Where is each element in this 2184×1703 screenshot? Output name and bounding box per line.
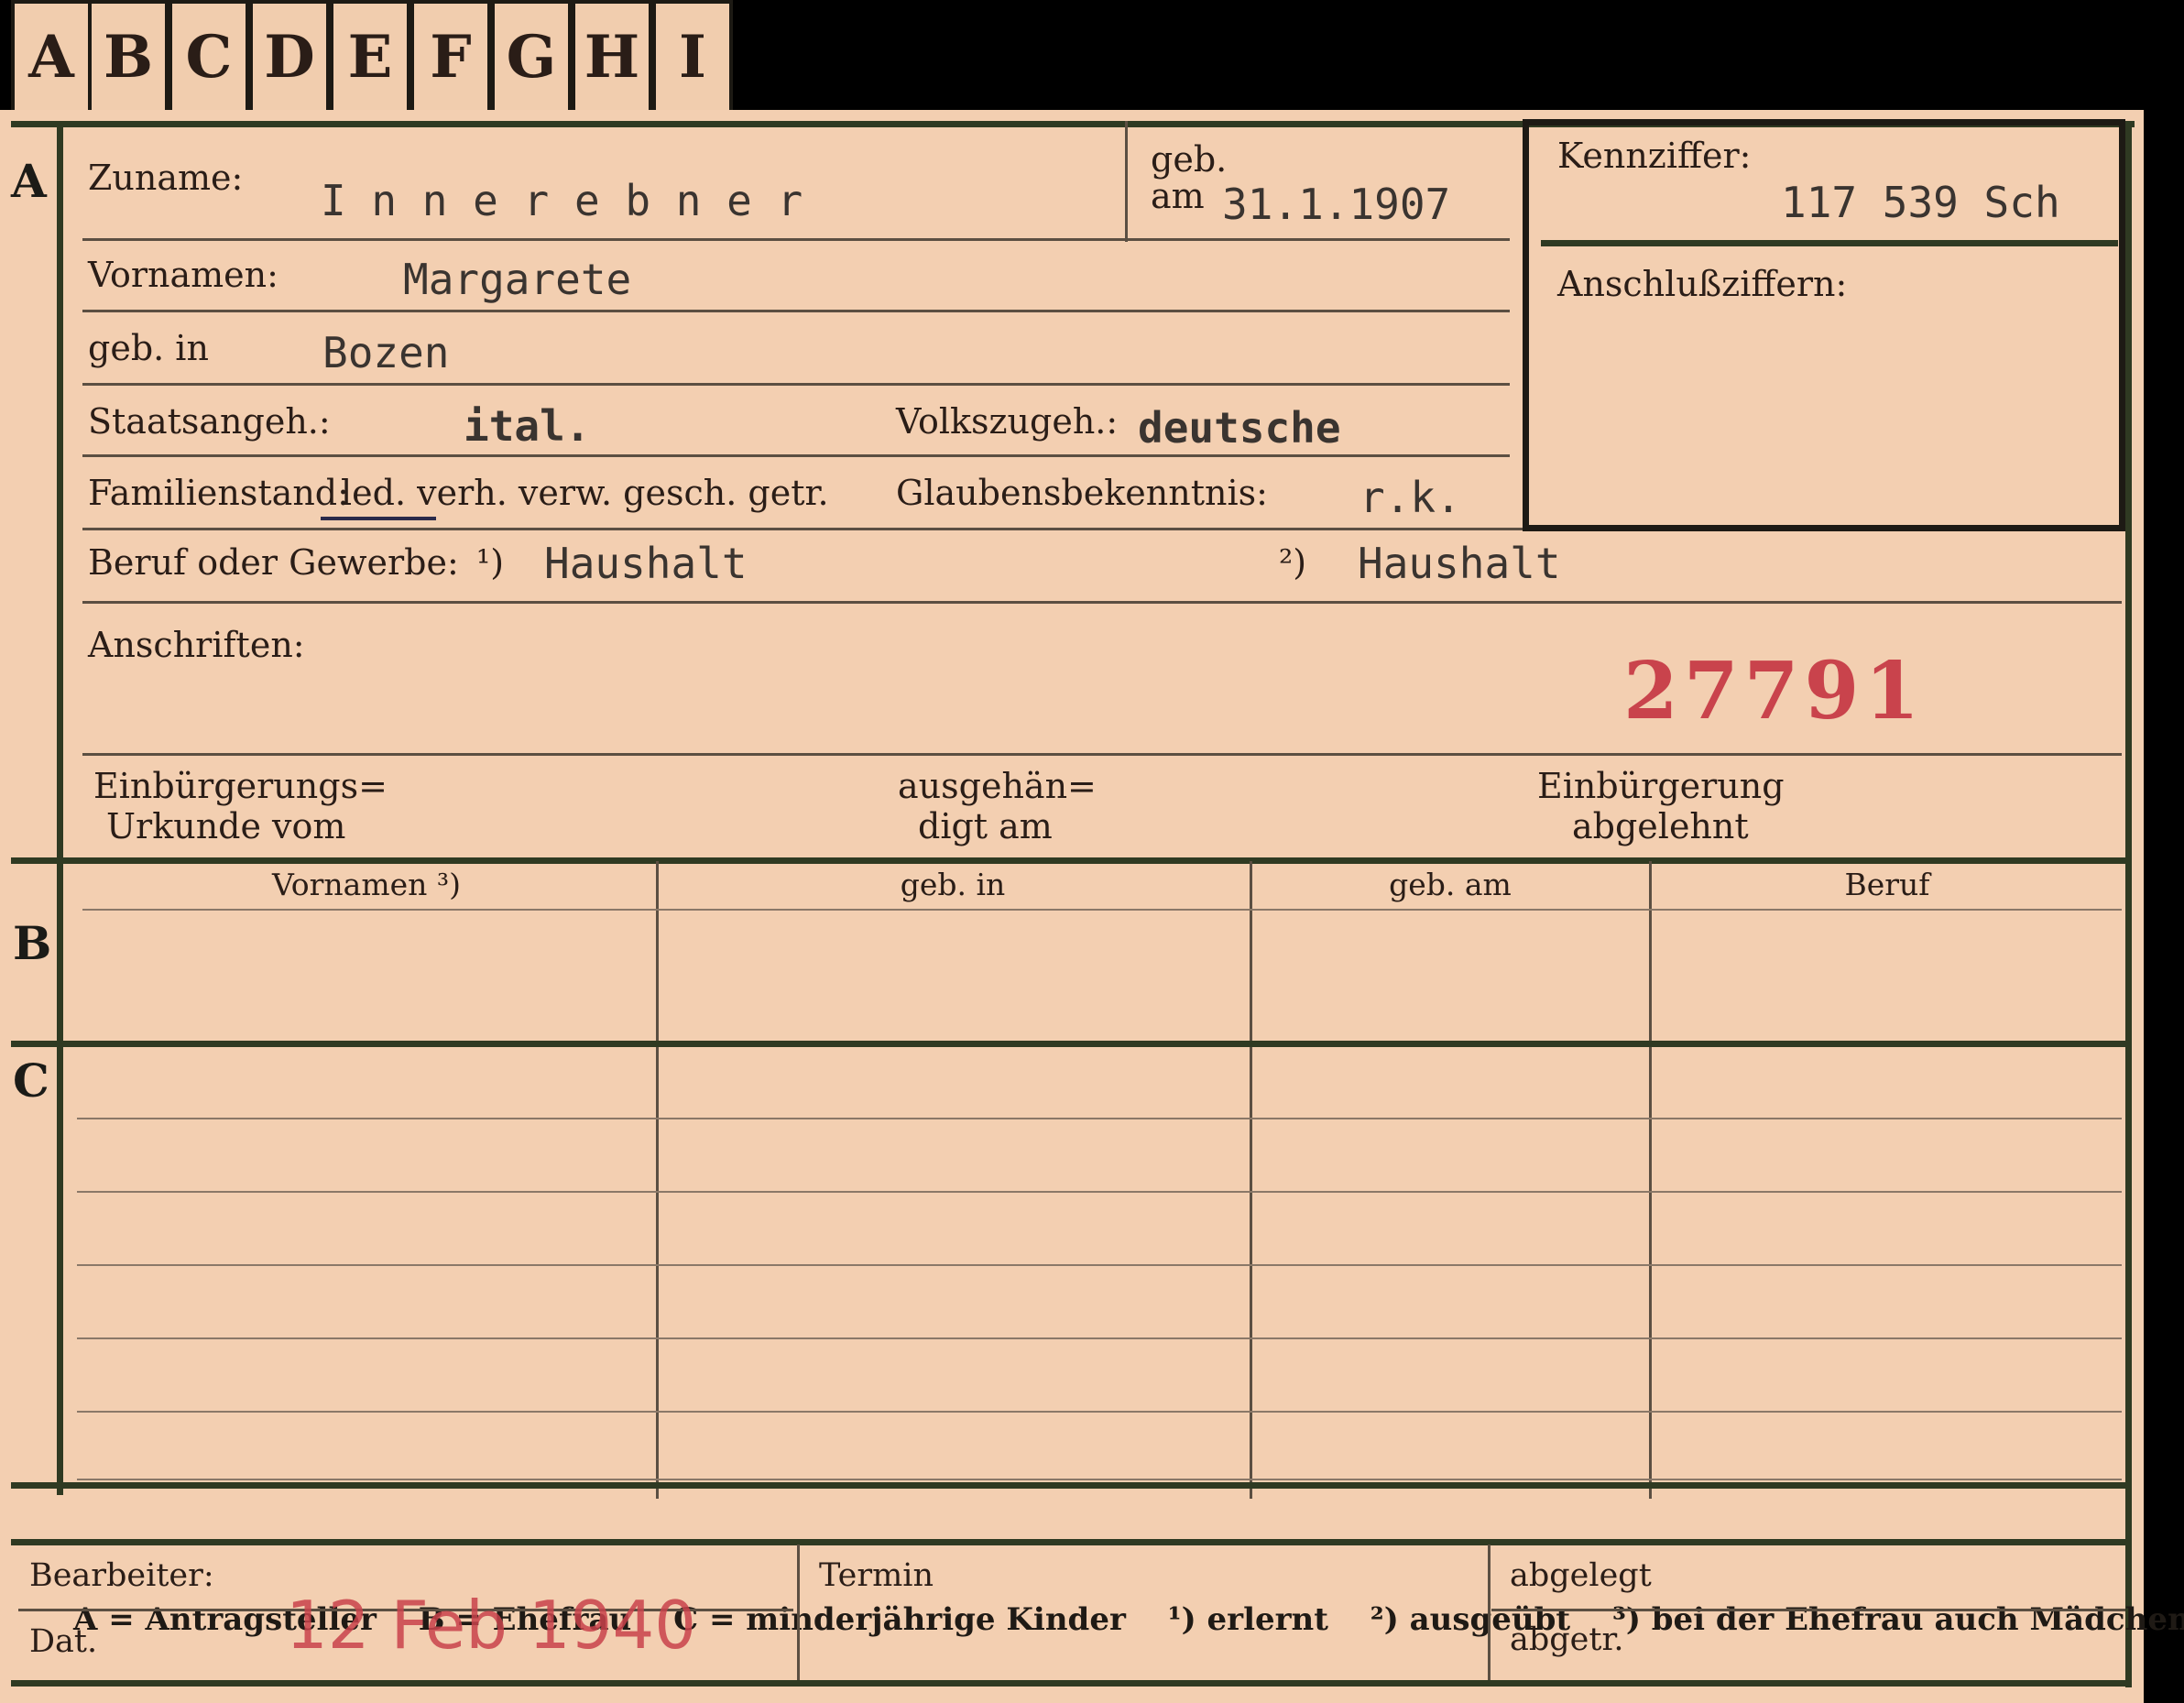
einbuergerungsurkunde-label-2: Urkunde vom	[106, 806, 346, 846]
beruf-value-2: Haushalt	[1358, 539, 1561, 588]
beruf-value-1: Haushalt	[544, 539, 748, 588]
geb-divider	[1125, 121, 1128, 242]
glaubensbekenntnis-label: Glaubensbekenntnis:	[896, 473, 1268, 513]
termin-label: Termin	[819, 1557, 934, 1594]
ausgehaendigt-label-1: ausgehän=	[898, 766, 1097, 806]
dat-label: Dat.	[29, 1623, 98, 1660]
c-row-line	[77, 1479, 2122, 1480]
einbuergerung-abgelehnt-label-2: abgelehnt	[1572, 806, 1749, 846]
c-row-line	[77, 1264, 2122, 1266]
legend-c: C = minderjährige Kinder	[673, 1601, 1126, 1638]
zuname-value: I n n e r e b n e r	[321, 176, 803, 225]
b-col-beruf: Beruf	[1844, 867, 1930, 902]
tab-c[interactable]: C	[169, 0, 249, 114]
tab-h[interactable]: H	[572, 0, 652, 114]
familienstand-label: Familienstand:	[88, 473, 349, 513]
tab-f[interactable]: F	[410, 0, 491, 114]
vornamen-label: Vornamen:	[88, 255, 278, 295]
c-col-divider-1	[656, 1053, 659, 1499]
tab-d[interactable]: D	[249, 0, 330, 114]
c-row-line	[77, 1411, 2122, 1413]
row-line-5	[82, 528, 1523, 530]
footer-divider-1	[797, 1545, 800, 1682]
einbuergerung-abgelehnt-label-1: Einbürgerung	[1537, 766, 1785, 806]
b-header-line	[82, 909, 2122, 911]
c-row-line	[77, 1118, 2122, 1119]
b-col-geb-am: geb. am	[1389, 867, 1512, 902]
tab-b[interactable]: B	[88, 0, 169, 114]
date-stamp: 12 Feb 1940	[286, 1587, 697, 1664]
beruf-marker-2: ²)	[1279, 542, 1307, 583]
geb-in-value: Bozen	[322, 328, 450, 377]
section-c-letter: C	[13, 1053, 49, 1108]
staatsangeh-value: ital.	[464, 401, 591, 451]
c-row-line	[77, 1337, 2122, 1339]
legend-note-1: ¹) erlernt	[1167, 1601, 1328, 1638]
zuname-label: Zuname:	[88, 158, 244, 198]
abgelegt-label: abgelegt	[1510, 1557, 1652, 1594]
geb-am-value: 31.1.1907	[1222, 180, 1451, 229]
tab-e[interactable]: E	[330, 0, 410, 114]
familienstand-options: led. verh. verw. gesch. getr.	[341, 473, 829, 513]
tab-a[interactable]: A	[11, 0, 92, 114]
registration-card: A B C Zuname: I n n e r e b n e r geb. a…	[0, 110, 2184, 1703]
b-col-geb-in: geb. in	[900, 867, 1006, 902]
section-b-bottom-line	[11, 1041, 2125, 1047]
glaubensbekenntnis-value: r.k.	[1360, 473, 1461, 522]
anschriften-label: Anschriften:	[88, 625, 305, 665]
legend-note-3: ³) bei der Ehefrau auch Mädchenname	[1611, 1601, 2184, 1638]
familienstand-underline	[321, 517, 436, 520]
tab-i[interactable]: I	[652, 0, 733, 114]
einbuergerungsurkunde-label-1: Einbürgerungs=	[93, 766, 388, 806]
geb-in-label: geb. in	[88, 328, 209, 368]
geb-label: geb.	[1151, 139, 1228, 180]
c-row-line	[77, 1191, 2122, 1193]
row-line-4	[82, 454, 1510, 457]
abgetr-label: abgetr.	[1510, 1621, 1624, 1658]
volkszugeh-label: Volkszugeh.:	[896, 401, 1119, 442]
am-label: am	[1151, 176, 1205, 216]
staatsangeh-label: Staatsangeh.:	[88, 401, 331, 442]
footer-divider-2	[1488, 1545, 1491, 1682]
left-margin-line	[57, 121, 63, 1495]
stamp-number: 27791	[1623, 645, 1926, 737]
volkszugeh-value: deutsche	[1138, 403, 1341, 453]
anschlussziffern-label: Anschlußziffern:	[1557, 264, 1848, 304]
c-col-divider-2	[1250, 1053, 1252, 1499]
b-col-vornamen: Vornamen ³)	[271, 867, 462, 902]
beruf-label: Beruf oder Gewerbe:	[88, 542, 459, 583]
kennziffer-label: Kennziffer:	[1557, 136, 1752, 176]
card-bottom-line	[11, 1680, 2125, 1687]
row-line-2	[82, 310, 1510, 312]
section-a-bottom-line	[11, 857, 2125, 864]
bearbeiter-label: Bearbeiter:	[29, 1557, 214, 1594]
row-line-7	[82, 753, 2122, 756]
vornamen-value: Margarete	[403, 255, 632, 304]
c-col-divider-3	[1649, 1053, 1652, 1499]
row-line-6	[82, 601, 2122, 604]
legend-bottom-line	[11, 1539, 2125, 1545]
tab-g[interactable]: G	[491, 0, 572, 114]
section-a-letter: A	[11, 154, 47, 208]
right-frame-line	[2125, 121, 2132, 1687]
row-line-1	[82, 238, 1510, 241]
beruf-marker-1: ¹)	[476, 542, 505, 583]
kennziffer-value: 117 539 Sch	[1781, 178, 2060, 227]
section-b-letter: B	[13, 916, 52, 970]
kennziffer-divider	[1541, 240, 2118, 246]
abgelegt-line	[1491, 1609, 2125, 1611]
ausgehaendigt-label-2: digt am	[918, 806, 1053, 846]
row-line-3	[82, 383, 1510, 386]
section-c-bottom-line	[11, 1482, 2125, 1489]
